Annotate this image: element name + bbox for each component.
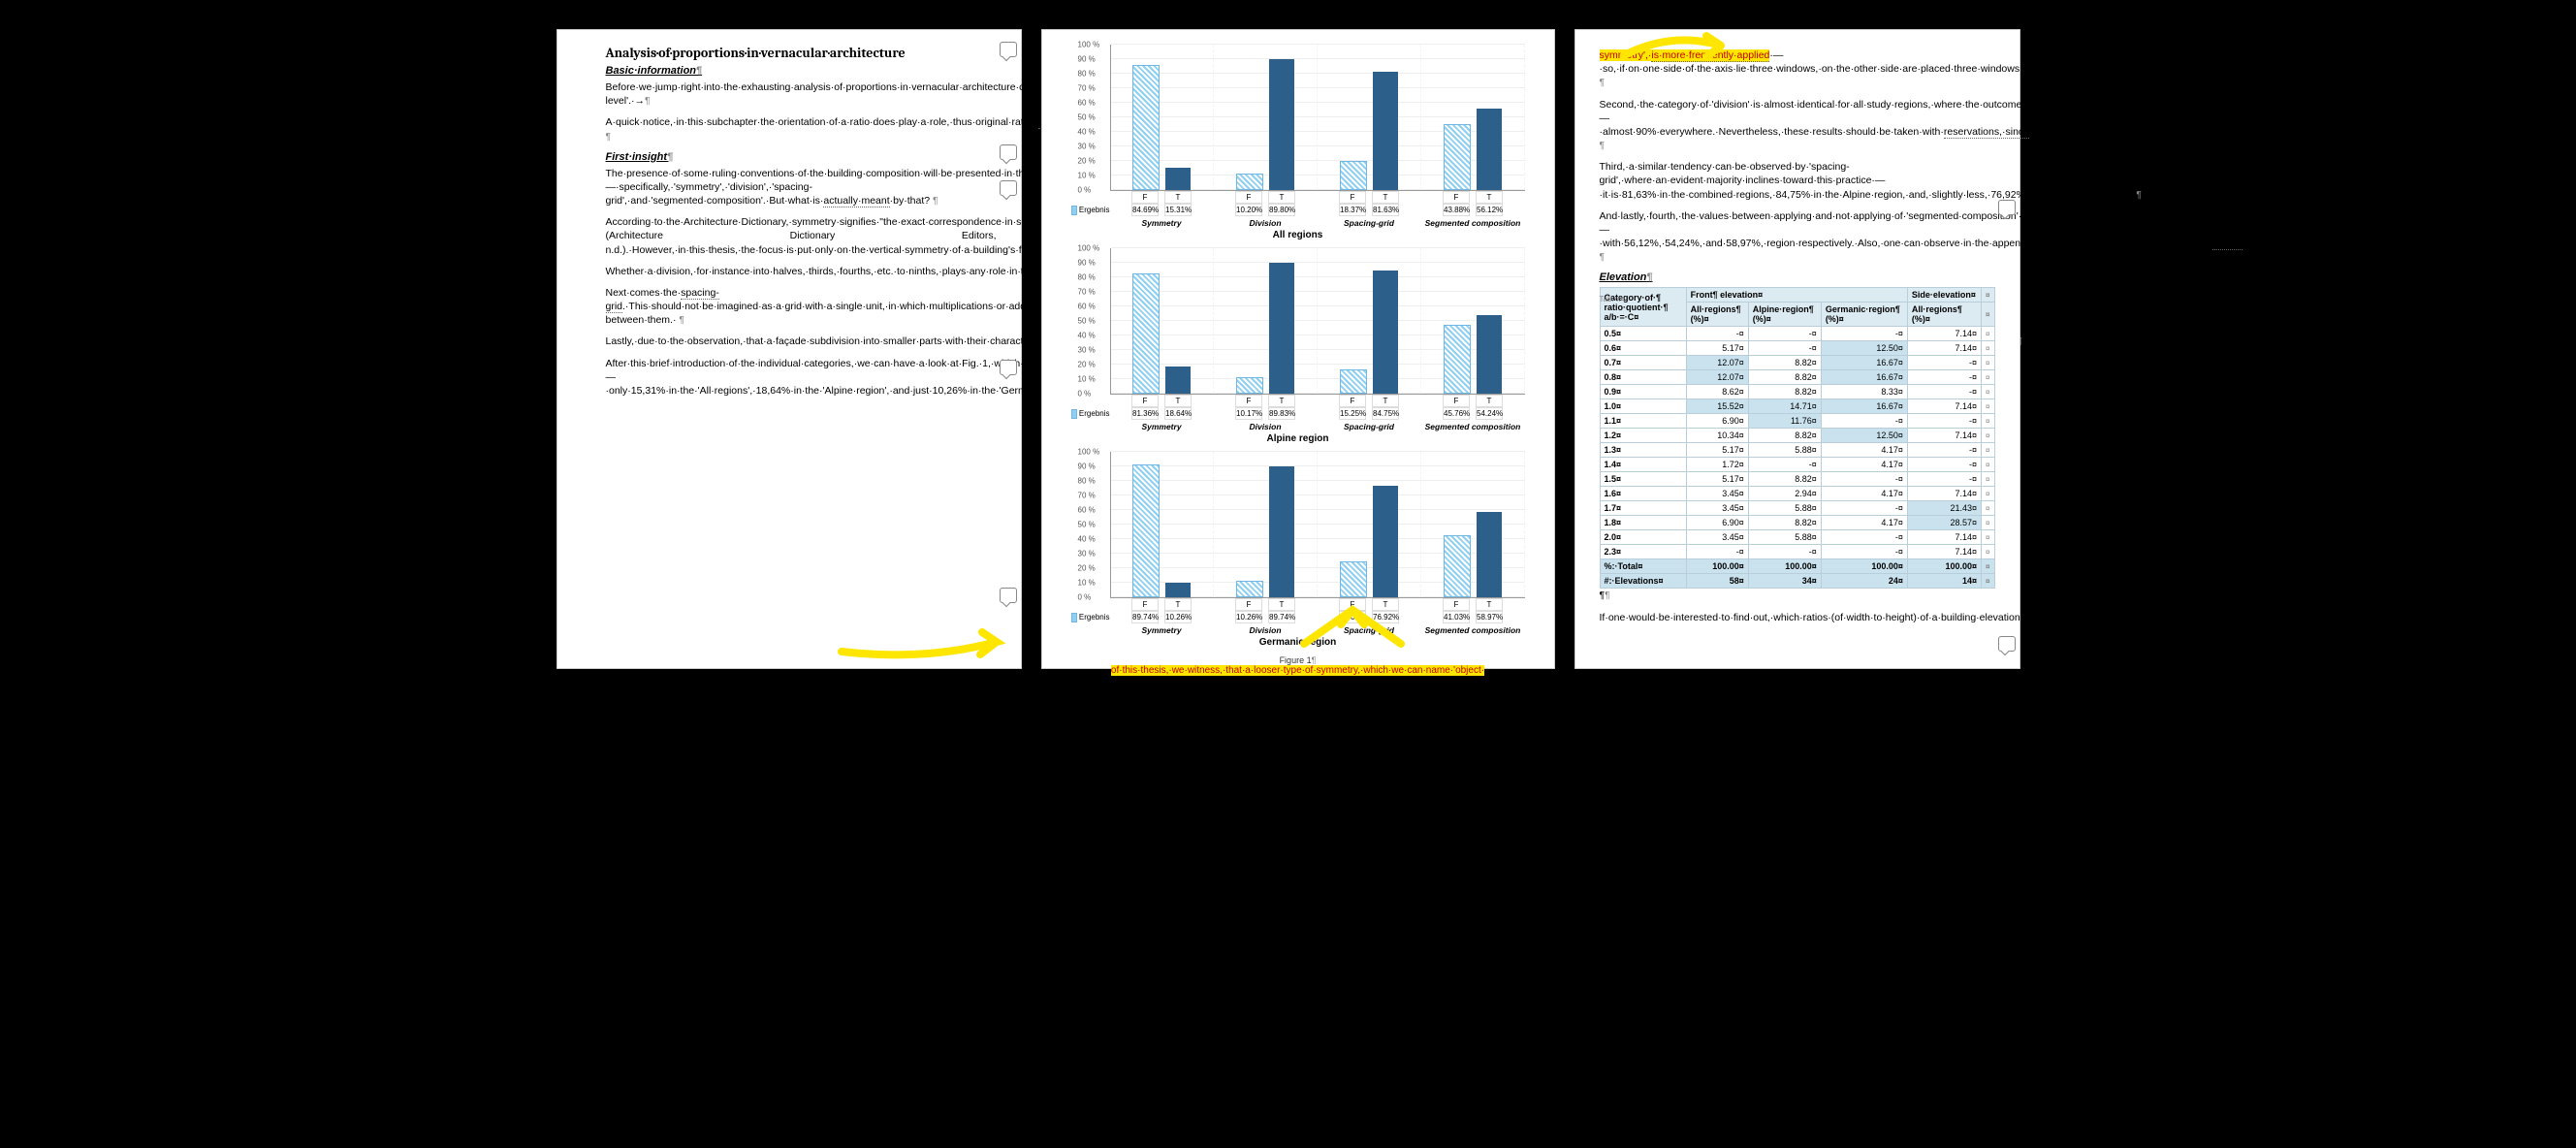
figure-caption: Figure 1 bbox=[1071, 655, 1525, 665]
para-lastly: Lastly,·due·to·the·observation,·that·a·f… bbox=[606, 335, 997, 348]
table-row: 1.7¤3.45¤5.88¤-¤21.43¤¤ bbox=[1600, 501, 1994, 516]
para-spacing: Next·comes·the·spacing-grid.·This·should… bbox=[606, 286, 997, 328]
para-after-intro: After·this·brief·introduction·of·the·ind… bbox=[606, 357, 997, 399]
para-third: Third,·a·similar·tendency·can·be·observe… bbox=[1600, 160, 1995, 202]
bar-chart: 0 %10 %20 %30 %40 %50 %60 %70 %80 %90 %1… bbox=[1071, 452, 1525, 648]
comment-icon[interactable] bbox=[1000, 144, 1017, 160]
highlighted-continuation: of·this·thesis,·we·witness,·that·a·loose… bbox=[1111, 665, 1484, 676]
heading-basic-info: Basic·information bbox=[606, 65, 997, 77]
comment-icon[interactable] bbox=[1000, 42, 1017, 57]
page-2-charts: 0 %10 %20 %30 %40 %50 %60 %70 %80 %90 %1… bbox=[1041, 29, 1555, 669]
annotation-arrow-icon bbox=[837, 627, 1011, 666]
table-row: 0.7¤12.07¤8.82¤16.67¤-¤¤ bbox=[1600, 356, 1994, 370]
para-division: Whether·a·division,·for·instance·into·ha… bbox=[606, 265, 997, 278]
table-row: 1.6¤3.45¤2.94¤4.17¤7.14¤¤ bbox=[1600, 487, 1994, 501]
bar-chart: 0 %10 %20 %30 %40 %50 %60 %70 %80 %90 %1… bbox=[1071, 248, 1525, 444]
table-total-row: %:·Total¤100.00¤100.00¤100.00¤100.00¤¤ bbox=[1600, 559, 1994, 574]
comment-icon[interactable] bbox=[1998, 636, 2016, 652]
para-notice: A·quick·notice,·in·this·subchapter·the·o… bbox=[606, 115, 997, 143]
heading-first-insight: First·insight bbox=[606, 151, 997, 163]
page-3: symmetry',·is·more·frequently·applied·—·… bbox=[1574, 29, 2020, 669]
para-presence: The·presence·of·some·ruling·conventions·… bbox=[606, 167, 997, 208]
page-title: Analysis·of·proportions·in·vernacular·ar… bbox=[606, 45, 997, 61]
para-fourth: And·lastly,·fourth,·the·values·between·a… bbox=[1600, 209, 1995, 265]
para-bottom: If·one·would·be·interested·to·find·out,·… bbox=[1600, 611, 1995, 624]
para-architecture-dict: According·to·the·Architecture·Dictionary… bbox=[606, 215, 997, 257]
para-top-continuation: symmetry',·is·more·frequently·applied·—·… bbox=[1600, 48, 1995, 90]
heading-elevation: Elevation bbox=[1600, 271, 1995, 283]
table-row: 0.6¤5.17¤-¤12.50¤7.14¤¤ bbox=[1600, 341, 1994, 356]
table-row: 1.4¤1.72¤-¤4.17¤-¤¤ bbox=[1600, 458, 1994, 472]
elevation-table: Category·of·¶ ratio·quotient·¶ a/b·=·C¤ … bbox=[1600, 287, 1995, 589]
group-front: Front¶ elevation¤ bbox=[1686, 288, 1907, 303]
table-row: 1.0¤15.52¤14.71¤16.67¤7.14¤¤ bbox=[1600, 399, 1994, 414]
table-row: 0.8¤12.07¤8.82¤16.67¤-¤¤ bbox=[1600, 370, 1994, 385]
table-row: 1.5¤5.17¤8.82¤-¤-¤¤ bbox=[1600, 472, 1994, 487]
para-second: Second,·the·category·of·'division'·is·al… bbox=[1600, 98, 1995, 153]
comment-icon[interactable] bbox=[1998, 200, 2016, 215]
table-caption: Tab.·x¤ bbox=[1600, 295, 1625, 303]
group-side: Side·elevation¤ bbox=[1907, 288, 1981, 303]
comment-icon[interactable] bbox=[1000, 588, 1017, 603]
col-category: Category·of·¶ ratio·quotient·¶ a/b·=·C¤ bbox=[1600, 288, 1686, 327]
table-row: 2.3¤-¤-¤-¤7.14¤¤ bbox=[1600, 545, 1994, 559]
comment-icon[interactable] bbox=[1000, 180, 1017, 196]
table-row: 1.3¤5.17¤5.88¤4.17¤-¤¤ bbox=[1600, 443, 1994, 458]
table-row: 1.8¤6.90¤8.82¤4.17¤28.57¤¤ bbox=[1600, 516, 1994, 530]
bar-chart: 0 %10 %20 %30 %40 %50 %60 %70 %80 %90 %1… bbox=[1071, 45, 1525, 240]
table-row: 0.9¤8.62¤8.82¤8.33¤-¤¤ bbox=[1600, 385, 1994, 399]
para-before: Before·we·jump·right·into·the·exhausting… bbox=[606, 80, 997, 108]
page-1: Analysis·of·proportions·in·vernacular·ar… bbox=[557, 29, 1022, 669]
table-row: 2.0¤3.45¤5.88¤-¤7.14¤¤ bbox=[1600, 530, 1994, 545]
table-total-row: #:·Elevations¤58¤34¤24¤14¤¤ bbox=[1600, 574, 1994, 589]
table-row: 0.5¤-¤-¤-¤7.14¤¤ bbox=[1600, 327, 1994, 341]
table-row: 1.1¤6.90¤11.76¤-¤-¤¤ bbox=[1600, 414, 1994, 429]
table-row: 1.2¤10.34¤8.82¤12.50¤7.14¤¤ bbox=[1600, 429, 1994, 443]
comment-icon[interactable] bbox=[1000, 360, 1017, 375]
